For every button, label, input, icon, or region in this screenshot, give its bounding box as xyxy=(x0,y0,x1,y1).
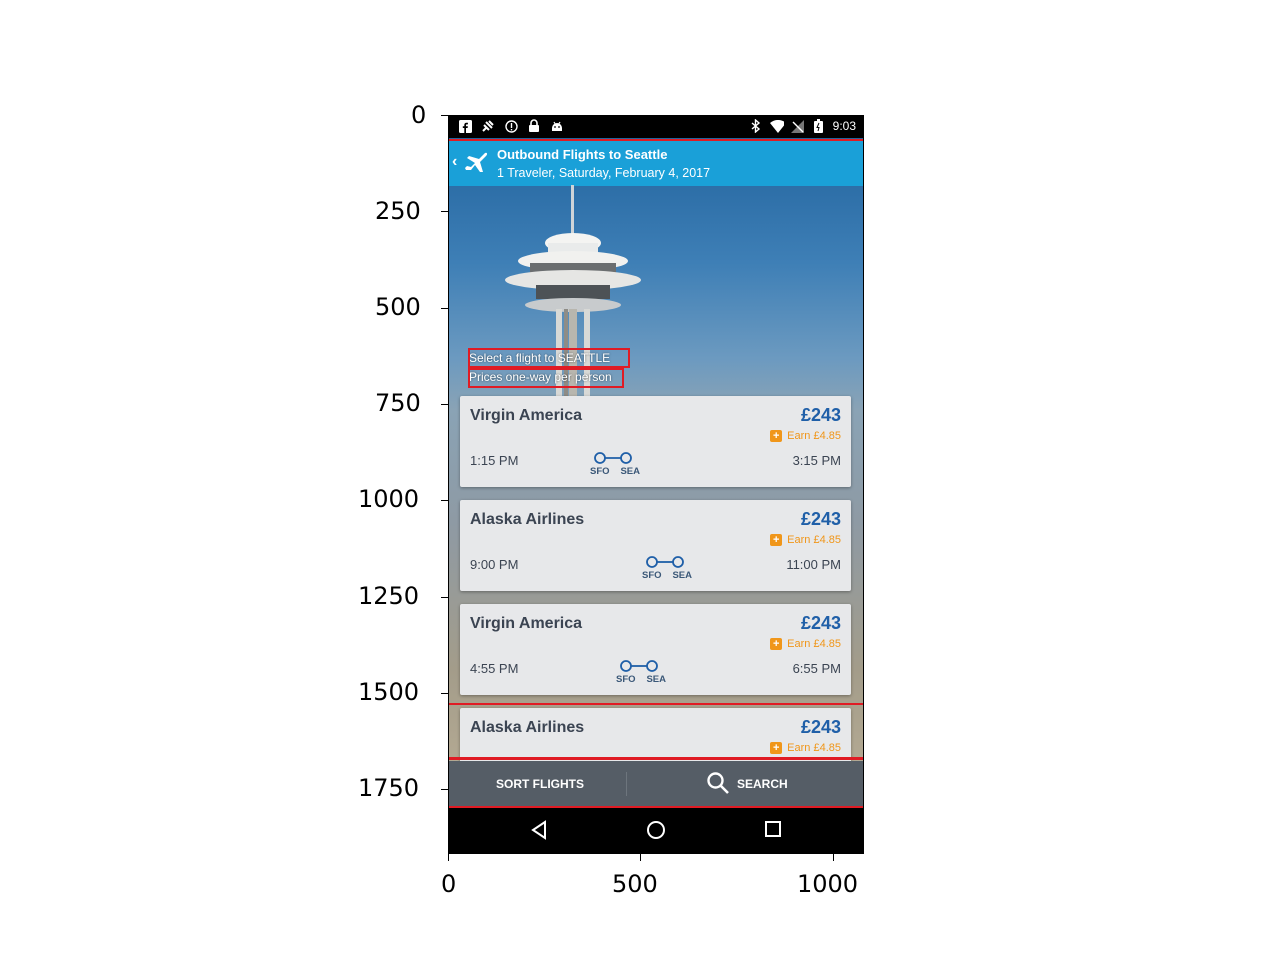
y-tick-label: 1000 xyxy=(358,485,420,513)
plus-icon: + xyxy=(770,638,783,650)
y-tick xyxy=(441,693,448,694)
status-bar: 9:03 xyxy=(448,115,864,138)
earn-label: Earn £4.85 xyxy=(787,430,841,442)
home-icon[interactable] xyxy=(646,820,666,840)
x-tick xyxy=(640,854,641,861)
page-title: Outbound Flights to Seattle xyxy=(497,147,668,162)
y-tick-label: 500 xyxy=(375,293,421,321)
y-tick xyxy=(441,211,448,212)
x-tick-label: 500 xyxy=(612,870,658,898)
flight-price: £243 xyxy=(800,613,841,633)
earn-label: Earn £4.85 xyxy=(787,742,841,754)
screenshot-area: 9:03 ‹ Outbound Flights to Seattle 1 Tra… xyxy=(448,115,864,854)
earn-rewards: + Earn £4.85 xyxy=(770,638,841,650)
earn-rewards: + Earn £4.85 xyxy=(770,534,841,546)
signal-off-icon xyxy=(791,119,805,133)
destination-code: SEA xyxy=(620,466,640,477)
flight-price: £243 xyxy=(800,717,841,737)
airplane-icon xyxy=(465,152,488,172)
hero-heading: Select a flight to SEATTLE xyxy=(469,351,611,365)
origin-code: SFO xyxy=(590,466,610,477)
y-tick-label: 1750 xyxy=(358,774,420,802)
earn-label: Earn £4.85 xyxy=(787,534,841,546)
divider xyxy=(626,772,627,796)
route-icon xyxy=(646,556,684,568)
y-tick xyxy=(441,308,448,309)
bluetooth-icon xyxy=(749,119,763,133)
plus-icon: + xyxy=(770,534,783,546)
route-icon xyxy=(594,452,632,464)
y-tick xyxy=(441,500,448,501)
y-tick-label: 250 xyxy=(375,197,421,225)
flight-card[interactable]: Virgin America £243 + Earn £4.85 1:15 PM … xyxy=(460,396,851,487)
recents-icon[interactable] xyxy=(764,820,782,838)
x-tick xyxy=(448,854,449,861)
airline-name: Virgin America xyxy=(470,407,583,424)
x-tick-label: 1000 xyxy=(797,870,859,898)
flight-price: £243 xyxy=(800,509,841,529)
route-indicator: SFO SEA xyxy=(590,451,640,481)
phone-screen: 9:03 ‹ Outbound Flights to Seattle 1 Tra… xyxy=(448,115,864,854)
y-tick xyxy=(441,789,448,790)
y-tick-label: 1250 xyxy=(358,582,420,610)
origin-code: SFO xyxy=(642,570,662,581)
route-icon xyxy=(620,660,658,672)
flight-price: £243 xyxy=(800,405,841,425)
back-icon[interactable] xyxy=(530,820,548,840)
arrival-time: 6:55 PM xyxy=(792,661,841,676)
system-nav-bar xyxy=(448,808,864,854)
info-icon xyxy=(504,119,518,133)
search-button[interactable]: SEARCH xyxy=(737,777,788,791)
airline-name: Alaska Airlines xyxy=(470,719,585,736)
earn-label: Earn £4.85 xyxy=(787,638,841,650)
bottom-action-bar: SORT FLIGHTS SEARCH xyxy=(448,761,864,808)
y-tick-label: 0 xyxy=(411,101,427,129)
lock-icon xyxy=(527,119,541,133)
route-indicator: SFO SEA xyxy=(616,659,666,689)
route-indicator: SFO SEA xyxy=(642,555,692,585)
android-icon xyxy=(550,119,564,133)
departure-time: 4:55 PM xyxy=(470,661,519,676)
x-tick-label: 0 xyxy=(441,870,457,898)
arrival-time: 3:15 PM xyxy=(792,453,841,468)
flight-card[interactable]: Virgin America £243 + Earn £4.85 4:55 PM … xyxy=(460,604,851,695)
flight-card[interactable]: Alaska Airlines £243 + Earn £4.85 9:00 PM… xyxy=(460,500,851,591)
earn-rewards: + Earn £4.85 xyxy=(770,430,841,442)
departure-time: 1:15 PM xyxy=(470,453,519,468)
hero-subheading: Prices one-way per person xyxy=(469,370,612,384)
y-tick-label: 1500 xyxy=(358,678,420,706)
satellite-icon xyxy=(481,119,495,133)
y-tick xyxy=(441,404,448,405)
departure-time: 9:00 PM xyxy=(470,557,519,572)
sort-flights-button[interactable]: SORT FLIGHTS xyxy=(496,777,584,791)
airline-name: Virgin America xyxy=(470,615,583,632)
app-bar: ‹ Outbound Flights to Seattle 1 Traveler… xyxy=(448,140,864,186)
arrival-time: 11:00 PM xyxy=(786,557,841,572)
battery-icon xyxy=(812,119,826,133)
origin-code: SFO xyxy=(616,674,636,685)
x-tick xyxy=(833,854,834,861)
earn-rewards: + Earn £4.85 xyxy=(770,742,841,754)
facebook-icon xyxy=(458,119,472,133)
airline-name: Alaska Airlines xyxy=(470,511,585,528)
y-tick-label: 750 xyxy=(375,389,421,417)
wifi-icon xyxy=(769,119,784,133)
destination-code: SEA xyxy=(646,674,666,685)
plus-icon: + xyxy=(770,430,783,442)
page-subtitle: 1 Traveler, Saturday, February 4, 2017 xyxy=(497,166,711,180)
plus-icon: + xyxy=(770,742,783,754)
y-tick xyxy=(441,115,448,116)
back-chevron-icon[interactable]: ‹ xyxy=(452,153,457,171)
search-icon[interactable] xyxy=(706,771,730,795)
y-tick xyxy=(441,597,448,598)
destination-code: SEA xyxy=(672,570,692,581)
status-time: 9:03 xyxy=(832,119,856,133)
